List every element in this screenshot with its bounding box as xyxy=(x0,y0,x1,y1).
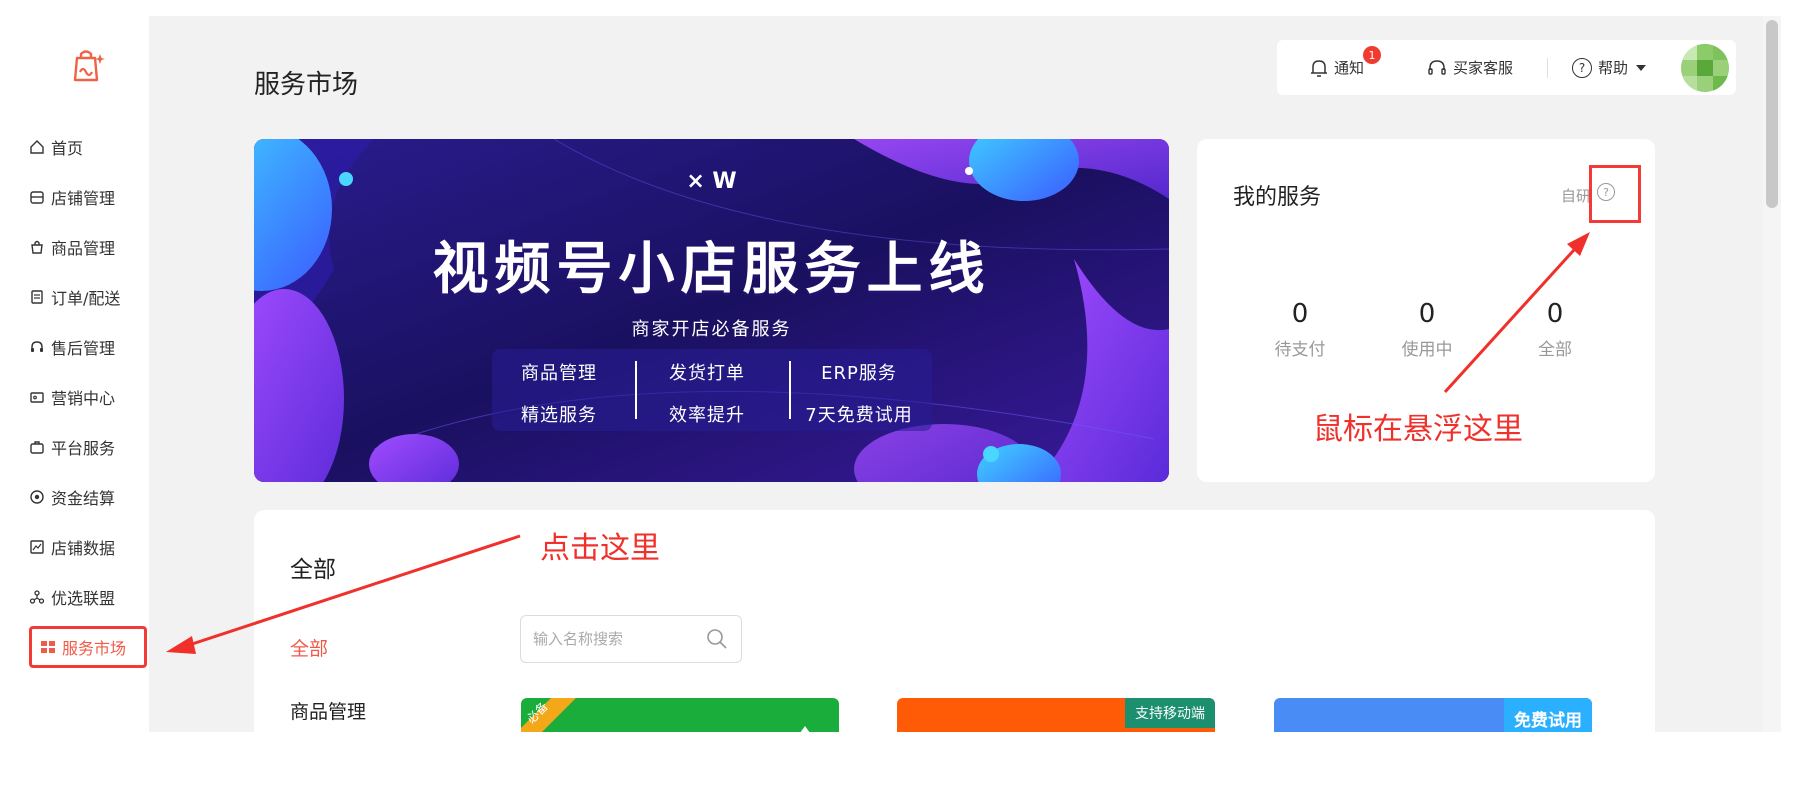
sidebar-item-data[interactable]: 店铺数据 xyxy=(28,530,150,564)
stat-label: 使用中 xyxy=(1401,340,1453,360)
my-services-title: 我的服务 xyxy=(1233,185,1322,210)
sidebar-item-label: 资金结算 xyxy=(51,489,116,508)
stat-pending-payment[interactable]: 0 待支付 xyxy=(1245,299,1355,360)
highlight-box xyxy=(1589,165,1641,223)
service-card-green[interactable]: 必备 xyxy=(521,698,839,732)
banner-feature: 发货打单 xyxy=(669,363,745,384)
corner-notch-icon xyxy=(800,726,810,732)
banner-headline: 视频号小店服务上线 xyxy=(432,237,991,302)
stat-in-use[interactable]: 0 使用中 xyxy=(1372,299,1482,360)
sidebar-item-orders[interactable]: 订单/配送 xyxy=(28,280,150,314)
sidebar-item-label: 商品管理 xyxy=(51,239,116,258)
banner-partner-logo: × W xyxy=(686,169,737,194)
stat-value: 0 xyxy=(1546,299,1564,329)
search-box[interactable] xyxy=(520,615,742,663)
click-annotation: 点击这里 xyxy=(540,531,660,566)
sidebar-item-platform[interactable]: 平台服务 xyxy=(28,430,150,464)
page-title: 服务市场 xyxy=(254,70,359,100)
buyer-service-label: 买家客服 xyxy=(1453,59,1514,77)
store-icon xyxy=(28,188,46,206)
sidebar-item-label: 店铺数据 xyxy=(51,539,116,558)
sidebar xyxy=(0,16,149,732)
sidebar-item-label: 平台服务 xyxy=(51,439,116,458)
question-icon: ? xyxy=(1572,57,1592,78)
stat-label: 待支付 xyxy=(1274,340,1326,360)
sidebar-item-goods[interactable]: 商品管理 xyxy=(28,230,150,264)
sidebar-item-marketing[interactable]: 营销中心 xyxy=(28,380,150,414)
banner-divider xyxy=(789,361,791,419)
banner-feature: 商品管理 xyxy=(521,363,597,384)
scrollbar-track[interactable] xyxy=(1763,16,1781,732)
service-list-card: 全部 全部 商品管理 必备 支持移动端 免费试用 xyxy=(254,510,1655,732)
section-title: 全部 xyxy=(290,557,336,583)
sidebar-item-label: 服务市场 xyxy=(62,639,127,658)
sidebar-item-aftersale[interactable]: 售后管理 xyxy=(28,330,150,364)
banner-feature: ERP服务 xyxy=(821,363,897,384)
coin-icon xyxy=(28,488,46,506)
sidebar-item-label: 首页 xyxy=(51,139,84,158)
avatar[interactable] xyxy=(1681,44,1729,92)
mobile-support-tag: 支持移动端 xyxy=(1125,698,1215,728)
notification-button[interactable]: 通知 1 xyxy=(1310,40,1381,95)
banner-feature: 7天免费试用 xyxy=(805,405,913,426)
sidebar-item-store[interactable]: 店铺管理 xyxy=(28,180,150,214)
service-card-blue[interactable]: 免费试用 xyxy=(1274,698,1592,732)
sidebar-item-label: 售后管理 xyxy=(51,339,116,358)
promo-banner[interactable]: × W 视频号小店服务上线 商家开店必备服务 商品管理 发货打单 ERP服务 精… xyxy=(254,139,1169,482)
stat-value: 0 xyxy=(1418,299,1436,329)
help-label: 帮助 xyxy=(1598,59,1629,77)
category-all[interactable]: 全部 xyxy=(290,634,328,661)
service-card-orange[interactable]: 支持移动端 xyxy=(897,698,1215,732)
sidebar-item-label: 优选联盟 xyxy=(51,589,116,608)
help-menu[interactable]: ? 帮助 xyxy=(1572,40,1647,95)
sidebar-item-label: 营销中心 xyxy=(51,389,116,408)
scrollbar-thumb[interactable] xyxy=(1766,20,1778,208)
top-toolbar: 通知 1 买家客服 ? 帮助 xyxy=(1277,40,1736,95)
headset-icon xyxy=(28,338,46,356)
search-icon[interactable] xyxy=(706,628,728,650)
coupon-icon xyxy=(28,388,46,406)
network-icon xyxy=(28,588,46,606)
briefcase-icon xyxy=(28,438,46,456)
grid-icon xyxy=(39,638,57,656)
notification-badge: 1 xyxy=(1363,46,1381,64)
sidebar-item-service-market[interactable]: 服务市场 xyxy=(29,626,147,668)
sidebar-item-home[interactable]: 首页 xyxy=(28,130,150,164)
search-input[interactable] xyxy=(533,626,693,652)
stat-all[interactable]: 0 全部 xyxy=(1500,299,1610,360)
banner-feature: 效率提升 xyxy=(669,405,745,426)
shop-logo-icon[interactable] xyxy=(70,46,110,86)
order-icon xyxy=(28,288,46,306)
banner-subtitle: 商家开店必备服务 xyxy=(631,319,792,340)
category-goods-management[interactable]: 商品管理 xyxy=(290,697,366,724)
bag-icon xyxy=(28,238,46,256)
banner-feature: 精选服务 xyxy=(521,405,597,426)
self-developed-label: 自研 xyxy=(1561,187,1592,205)
buyer-service-button[interactable]: 买家客服 xyxy=(1427,40,1513,95)
sidebar-item-label: 店铺管理 xyxy=(51,189,116,208)
caret-down-icon xyxy=(1636,64,1647,71)
banner-divider xyxy=(635,361,637,419)
stat-value: 0 xyxy=(1291,299,1309,329)
sidebar-item-label: 订单/配送 xyxy=(51,289,121,308)
sidebar-item-settlement[interactable]: 资金结算 xyxy=(28,480,150,514)
chart-icon xyxy=(28,538,46,556)
toolbar-divider xyxy=(1547,58,1548,78)
banner-feature-box: 商品管理 发货打单 ERP服务 精选服务 效率提升 7天免费试用 xyxy=(492,349,932,431)
headset-icon xyxy=(1427,58,1447,78)
stat-label: 全部 xyxy=(1538,340,1572,360)
bell-icon xyxy=(1310,58,1328,78)
home-icon xyxy=(28,138,46,156)
hover-annotation: 鼠标在悬浮这里 xyxy=(1313,412,1523,447)
free-trial-tag: 免费试用 xyxy=(1504,698,1592,732)
notification-label: 通知 xyxy=(1334,59,1365,77)
sidebar-item-alliance[interactable]: 优选联盟 xyxy=(28,580,150,614)
